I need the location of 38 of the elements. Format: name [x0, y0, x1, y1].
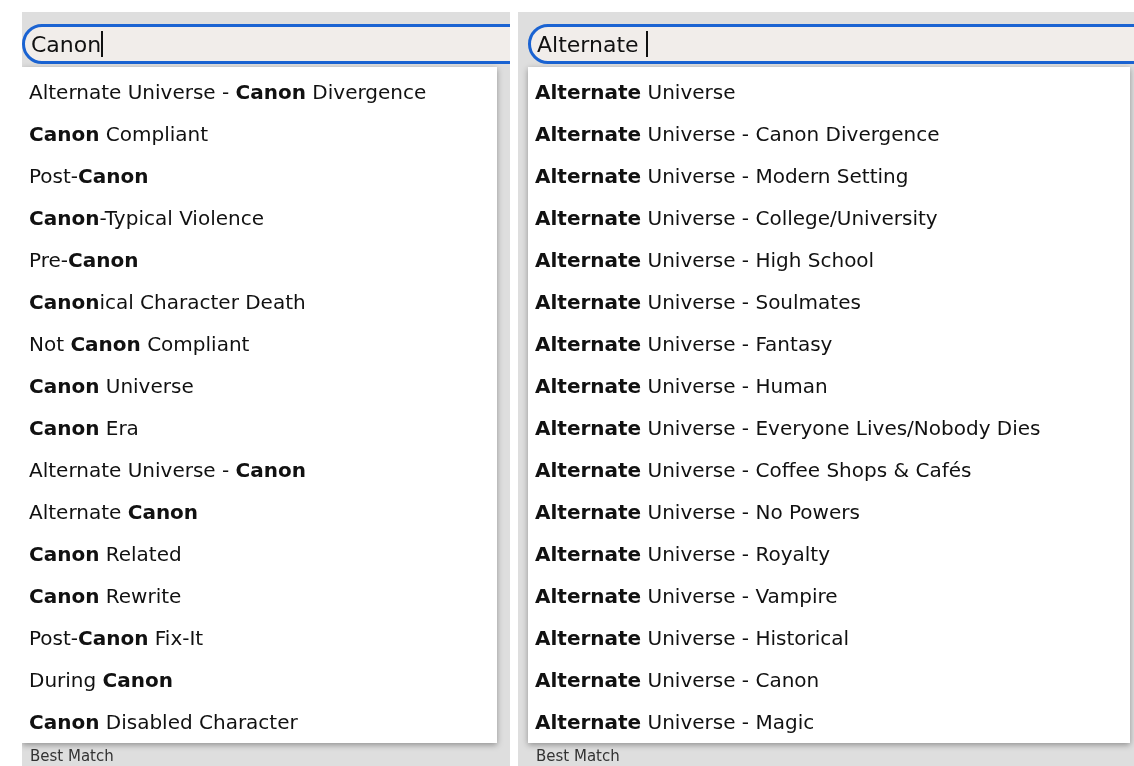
suggestion-item[interactable]: Alternate Universe - Human: [528, 365, 1130, 407]
suggestion-item[interactable]: Alternate Canon: [22, 491, 497, 533]
suggestion-item[interactable]: Alternate Universe - Everyone Lives/Nobody Dies: [528, 407, 1130, 449]
suggestion-item[interactable]: Alternate Universe - Canon: [22, 449, 497, 491]
suggestion-item[interactable]: Post-Canon: [22, 155, 497, 197]
search-field[interactable]: Canon: [22, 24, 510, 64]
suggestion-item[interactable]: Alternate Universe - Magic: [528, 701, 1130, 743]
suggestion-item[interactable]: Alternate Universe - High School: [528, 239, 1130, 281]
sort-label: Best Match: [30, 747, 115, 765]
suggestion-item[interactable]: Canonical Character Death: [22, 281, 497, 323]
suggestion-item[interactable]: Alternate Universe - Coffee Shops & Cafés: [528, 449, 1130, 491]
suggestion-item[interactable]: Alternate Universe - Historical: [528, 617, 1130, 659]
suggestion-item[interactable]: Alternate Universe: [528, 71, 1130, 113]
suggestion-item[interactable]: Not Canon Compliant: [22, 323, 497, 365]
suggestion-item[interactable]: Alternate Universe - Canon Divergence: [528, 113, 1130, 155]
suggestion-item[interactable]: Alternate Universe - Royalty: [528, 533, 1130, 575]
suggestion-item[interactable]: Alternate Universe - College/University: [528, 197, 1130, 239]
suggestion-item[interactable]: Post-Canon Fix-It: [22, 617, 497, 659]
suggestion-item[interactable]: During Canon: [22, 659, 497, 701]
suggestion-item[interactable]: Alternate Universe - Soulmates: [528, 281, 1130, 323]
suggestion-item[interactable]: Canon Compliant: [22, 113, 497, 155]
suggestion-item[interactable]: Canon Rewrite: [22, 575, 497, 617]
suggestion-item[interactable]: Alternate Universe - Modern Setting: [528, 155, 1130, 197]
suggestion-item[interactable]: Pre-Canon: [22, 239, 497, 281]
suggestion-item[interactable]: Alternate Universe - Canon: [528, 659, 1130, 701]
suggestion-item[interactable]: Canon-Typical Violence: [22, 197, 497, 239]
suggestion-item[interactable]: Alternate Universe - Fantasy: [528, 323, 1130, 365]
suggestion-item[interactable]: Canon Disabled Character: [22, 701, 497, 743]
text-cursor: [645, 31, 648, 57]
suggestion-item[interactable]: Canon Universe: [22, 365, 497, 407]
suggestion-item[interactable]: Alternate Universe - Vampire: [528, 575, 1130, 617]
suggestion-item[interactable]: Canon Related: [22, 533, 497, 575]
search-field[interactable]: Alternate: [528, 24, 1134, 64]
sort-label: Best Match: [536, 747, 621, 765]
text-cursor: [101, 31, 104, 57]
suggestion-item[interactable]: Alternate Universe - No Powers: [528, 491, 1130, 533]
suggestion-item[interactable]: Canon Era: [22, 407, 497, 449]
suggestion-item[interactable]: Alternate Universe - Canon Divergence: [22, 71, 497, 113]
